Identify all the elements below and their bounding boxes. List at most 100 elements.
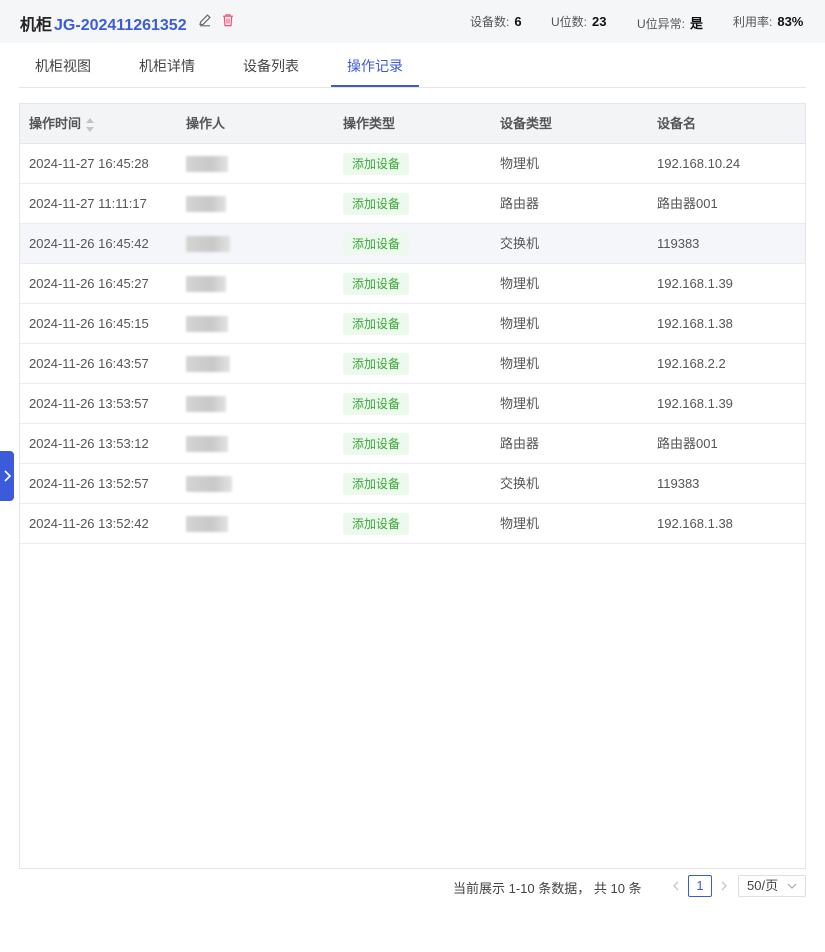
table-row[interactable]: 2024-11-26 16:45:27 添加设备 物理机 192.168.1.39 (20, 264, 805, 304)
prev-page-icon[interactable] (670, 880, 682, 892)
cell-device-name: 路由器001 (657, 436, 718, 451)
cell-device-name: 192.168.1.38 (657, 516, 733, 531)
cell-time: 2024-11-26 16:43:57 (29, 356, 149, 371)
cell-operator (186, 304, 228, 344)
pagination-summary: 当前展示 1-10 条数据， 共 10 条 (453, 881, 642, 896)
redacted-operator (186, 316, 228, 332)
op-type-tag: 添加设备 (343, 233, 410, 255)
cell-device-name: 192.168.1.39 (657, 396, 733, 411)
header-bar: 机柜 JG-202411261352 设备数: 6 U位数: 23 U位异常: 是 利用… (0, 0, 825, 43)
title-prefix: 机柜 (20, 17, 53, 34)
tab-cabinet-details[interactable]: 机柜详情 (123, 45, 211, 87)
cell-op-type: 添加设备 (343, 304, 410, 344)
table-row[interactable]: 2024-11-27 16:45:28 添加设备 物理机 192.168.10.24 (20, 144, 805, 184)
table-row[interactable]: 2024-11-26 13:52:42 添加设备 物理机 192.168.1.38 (20, 504, 805, 544)
cell-time: 2024-11-26 13:52:42 (29, 516, 149, 531)
cell-op-type: 添加设备 (343, 384, 410, 424)
cell-time: 2024-11-26 16:45:27 (29, 276, 149, 291)
cell-device-type: 物理机 (500, 156, 540, 171)
cell-device-type: 交换机 (500, 236, 540, 251)
cell-time: 2024-11-27 16:45:28 (29, 156, 149, 171)
cell-op-type: 添加设备 (343, 424, 410, 464)
cell-device-type: 路由器 (500, 436, 540, 451)
op-type-tag: 添加设备 (343, 393, 410, 415)
cell-op-type: 添加设备 (343, 344, 410, 384)
redacted-operator (186, 276, 226, 292)
cell-operator (186, 184, 226, 224)
stat-utilization: 利用率: 83% (733, 14, 804, 29)
cell-op-type: 添加设备 (343, 144, 410, 184)
column-header-device-type: 设备类型 (500, 116, 553, 131)
redacted-operator (186, 196, 226, 212)
cell-device-type: 物理机 (500, 516, 540, 531)
stat-u-abnormal: U位异常: 是 (637, 16, 704, 31)
column-header-device-name: 设备名 (657, 116, 697, 131)
tab-device-list[interactable]: 设备列表 (227, 45, 315, 87)
op-type-tag: 添加设备 (343, 353, 410, 375)
cell-operator (186, 504, 228, 544)
cell-operator (186, 344, 230, 384)
redacted-operator (186, 356, 230, 372)
redacted-operator (186, 156, 228, 172)
redacted-operator (186, 396, 226, 412)
cell-time: 2024-11-27 11:11:17 (29, 196, 147, 211)
table-row[interactable]: 2024-11-26 13:53:57 添加设备 物理机 192.168.1.39 (20, 384, 805, 424)
cell-operator (186, 224, 230, 264)
cell-device-name: 192.168.1.38 (657, 316, 733, 331)
cell-device-type: 物理机 (500, 396, 540, 411)
cell-operator (186, 144, 228, 184)
cell-device-type: 路由器 (500, 196, 540, 211)
table-row[interactable]: 2024-11-26 13:52:57 添加设备 交换机 119383 (20, 464, 805, 504)
redacted-operator (186, 516, 228, 532)
sort-icon[interactable] (85, 117, 95, 133)
cell-op-type: 添加设备 (343, 184, 410, 224)
column-header-op-type: 操作类型 (343, 116, 396, 131)
cell-op-type: 添加设备 (343, 464, 410, 504)
cell-device-type: 交换机 (500, 476, 540, 491)
table-row[interactable]: 2024-11-26 16:45:15 添加设备 物理机 192.168.1.38 (20, 304, 805, 344)
table-row[interactable]: 2024-11-27 11:11:17 添加设备 路由器 路由器001 (20, 184, 805, 224)
cabinet-code: JG-202411261352 (54, 17, 187, 34)
cell-device-name: 192.168.10.24 (657, 156, 741, 171)
op-type-tag: 添加设备 (343, 153, 410, 175)
delete-icon[interactable] (221, 13, 235, 27)
cell-device-name: 192.168.2.2 (657, 356, 726, 371)
chevron-right-icon (4, 470, 12, 482)
redacted-operator (186, 476, 232, 492)
edit-icon[interactable] (198, 13, 212, 27)
cell-operator (186, 384, 226, 424)
op-type-tag: 添加设备 (343, 473, 410, 495)
tab-bar: 机柜视图 机柜详情 设备列表 操作记录 (19, 45, 806, 88)
redacted-operator (186, 436, 228, 452)
tab-operation-records[interactable]: 操作记录 (331, 45, 419, 87)
op-type-tag: 添加设备 (343, 433, 410, 455)
op-type-tag: 添加设备 (343, 313, 410, 335)
column-header-time[interactable]: 操作时间 (29, 104, 95, 144)
cell-device-name: 路由器001 (657, 196, 718, 211)
cell-time: 2024-11-26 13:53:57 (29, 396, 149, 411)
op-type-tag: 添加设备 (343, 273, 410, 295)
tab-cabinet-view[interactable]: 机柜视图 (19, 45, 107, 87)
stat-device-count: 设备数: 6 (470, 14, 522, 29)
cell-time: 2024-11-26 16:45:42 (29, 236, 149, 251)
table-row[interactable]: 2024-11-26 16:45:42 添加设备 交换机 119383 (20, 224, 805, 264)
page-number-button[interactable]: 1 (688, 875, 712, 897)
table-row[interactable]: 2024-11-26 16:43:57 添加设备 物理机 192.168.2.2 (20, 344, 805, 384)
cell-device-type: 物理机 (500, 316, 540, 331)
operation-records-table: 操作时间 操作人 操作类型 设备类型 设备名 2024-11-27 16:45:… (19, 103, 806, 869)
cell-device-name: 119383 (657, 476, 700, 491)
cell-device-name: 192.168.1.39 (657, 276, 733, 291)
page-size-select[interactable]: 50/页 (738, 875, 806, 897)
table-row[interactable]: 2024-11-26 13:53:12 添加设备 路由器 路由器001 (20, 424, 805, 464)
column-header-operator: 操作人 (186, 116, 226, 131)
cell-time: 2024-11-26 16:45:15 (29, 316, 149, 331)
cell-op-type: 添加设备 (343, 504, 410, 544)
cell-op-type: 添加设备 (343, 224, 410, 264)
cell-device-name: 119383 (657, 236, 700, 251)
expand-panel-button[interactable] (0, 451, 14, 501)
stat-u-count: U位数: 23 (551, 14, 607, 29)
table-header: 操作时间 操作人 操作类型 设备类型 设备名 (20, 104, 805, 144)
redacted-operator (186, 236, 230, 252)
cell-operator (186, 264, 226, 304)
next-page-icon[interactable] (718, 880, 730, 892)
